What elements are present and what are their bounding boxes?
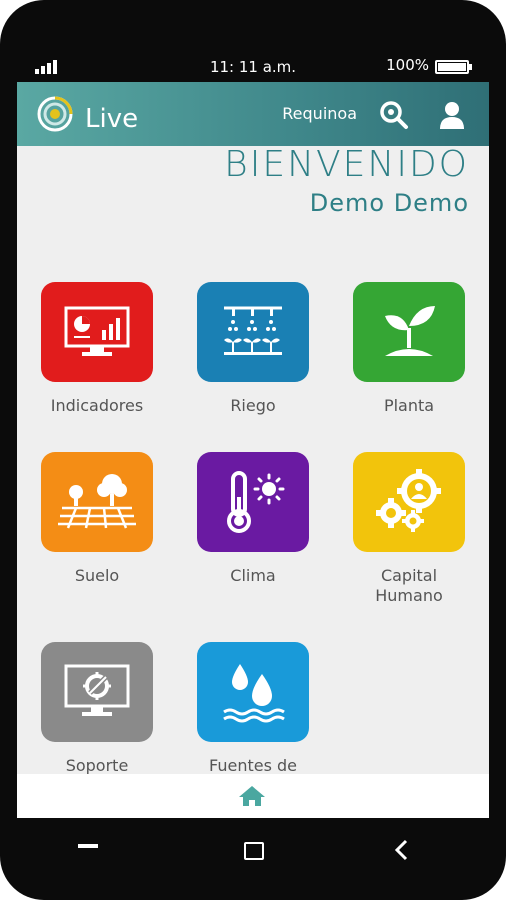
welcome-block: BIENVENIDO Demo Demo (224, 144, 469, 217)
tile-soporte[interactable]: Soporte (37, 642, 157, 776)
home-icon (239, 786, 265, 806)
tile-capital-humano[interactable]: Capital Humano (349, 452, 469, 606)
tile-label: Capital Humano (375, 566, 443, 605)
app-screen: 11: 11 a.m. 100% Live Requinoa BIENVENID… (17, 50, 489, 818)
tile-planta[interactable]: Planta (349, 282, 469, 416)
tile-label: Riego (230, 396, 276, 415)
tile-label: Soporte (65, 756, 129, 775)
search-icon (380, 101, 408, 129)
tile-label: Planta (383, 396, 435, 415)
tile-riego[interactable]: Riego (193, 282, 313, 416)
irrigation-icon (197, 282, 309, 382)
tile-clima[interactable]: Clima (193, 452, 313, 586)
tile-indicadores[interactable]: Indicadores (37, 282, 157, 416)
search-button[interactable] (377, 98, 411, 132)
bottom-nav (17, 774, 489, 818)
battery-percent: 100% (386, 56, 429, 74)
tile-label: Clima (230, 566, 276, 585)
back-icon (394, 839, 408, 861)
tile-fuentes-de[interactable]: Fuentes de (193, 642, 313, 776)
tile-label: Indicadores (50, 396, 144, 415)
phone-frame: 11: 11 a.m. 100% Live Requinoa BIENVENID… (0, 0, 506, 900)
system-nav-bar (0, 818, 506, 900)
soil-icon (41, 452, 153, 552)
logo-rings-icon (37, 96, 73, 132)
indicators-monitor-icon (41, 282, 153, 382)
app-header: Live Requinoa (17, 82, 489, 146)
support-monitor-icon (41, 642, 153, 742)
recent-apps-button[interactable] (78, 844, 98, 848)
tile-label: Fuentes de (209, 756, 297, 775)
plant-icon (353, 282, 465, 382)
user-icon (440, 102, 464, 129)
tile-suelo[interactable]: Suelo (37, 452, 157, 586)
tile-label: Suelo (74, 566, 120, 585)
battery-icon (435, 60, 472, 74)
logo-text: Live (85, 104, 139, 134)
farm-selector[interactable]: Requinoa (282, 104, 357, 123)
user-button[interactable] (435, 98, 469, 132)
welcome-title: BIENVENIDO (224, 144, 469, 185)
system-home-button[interactable] (244, 842, 264, 860)
home-button[interactable] (237, 784, 267, 808)
gears-person-icon (353, 452, 465, 552)
back-button[interactable] (392, 838, 412, 862)
app-logo: Live (35, 94, 145, 134)
water-drops-icon (197, 642, 309, 742)
thermometer-sun-icon (197, 452, 309, 552)
status-bar: 11: 11 a.m. 100% (17, 50, 489, 82)
welcome-user: Demo Demo (309, 189, 469, 217)
